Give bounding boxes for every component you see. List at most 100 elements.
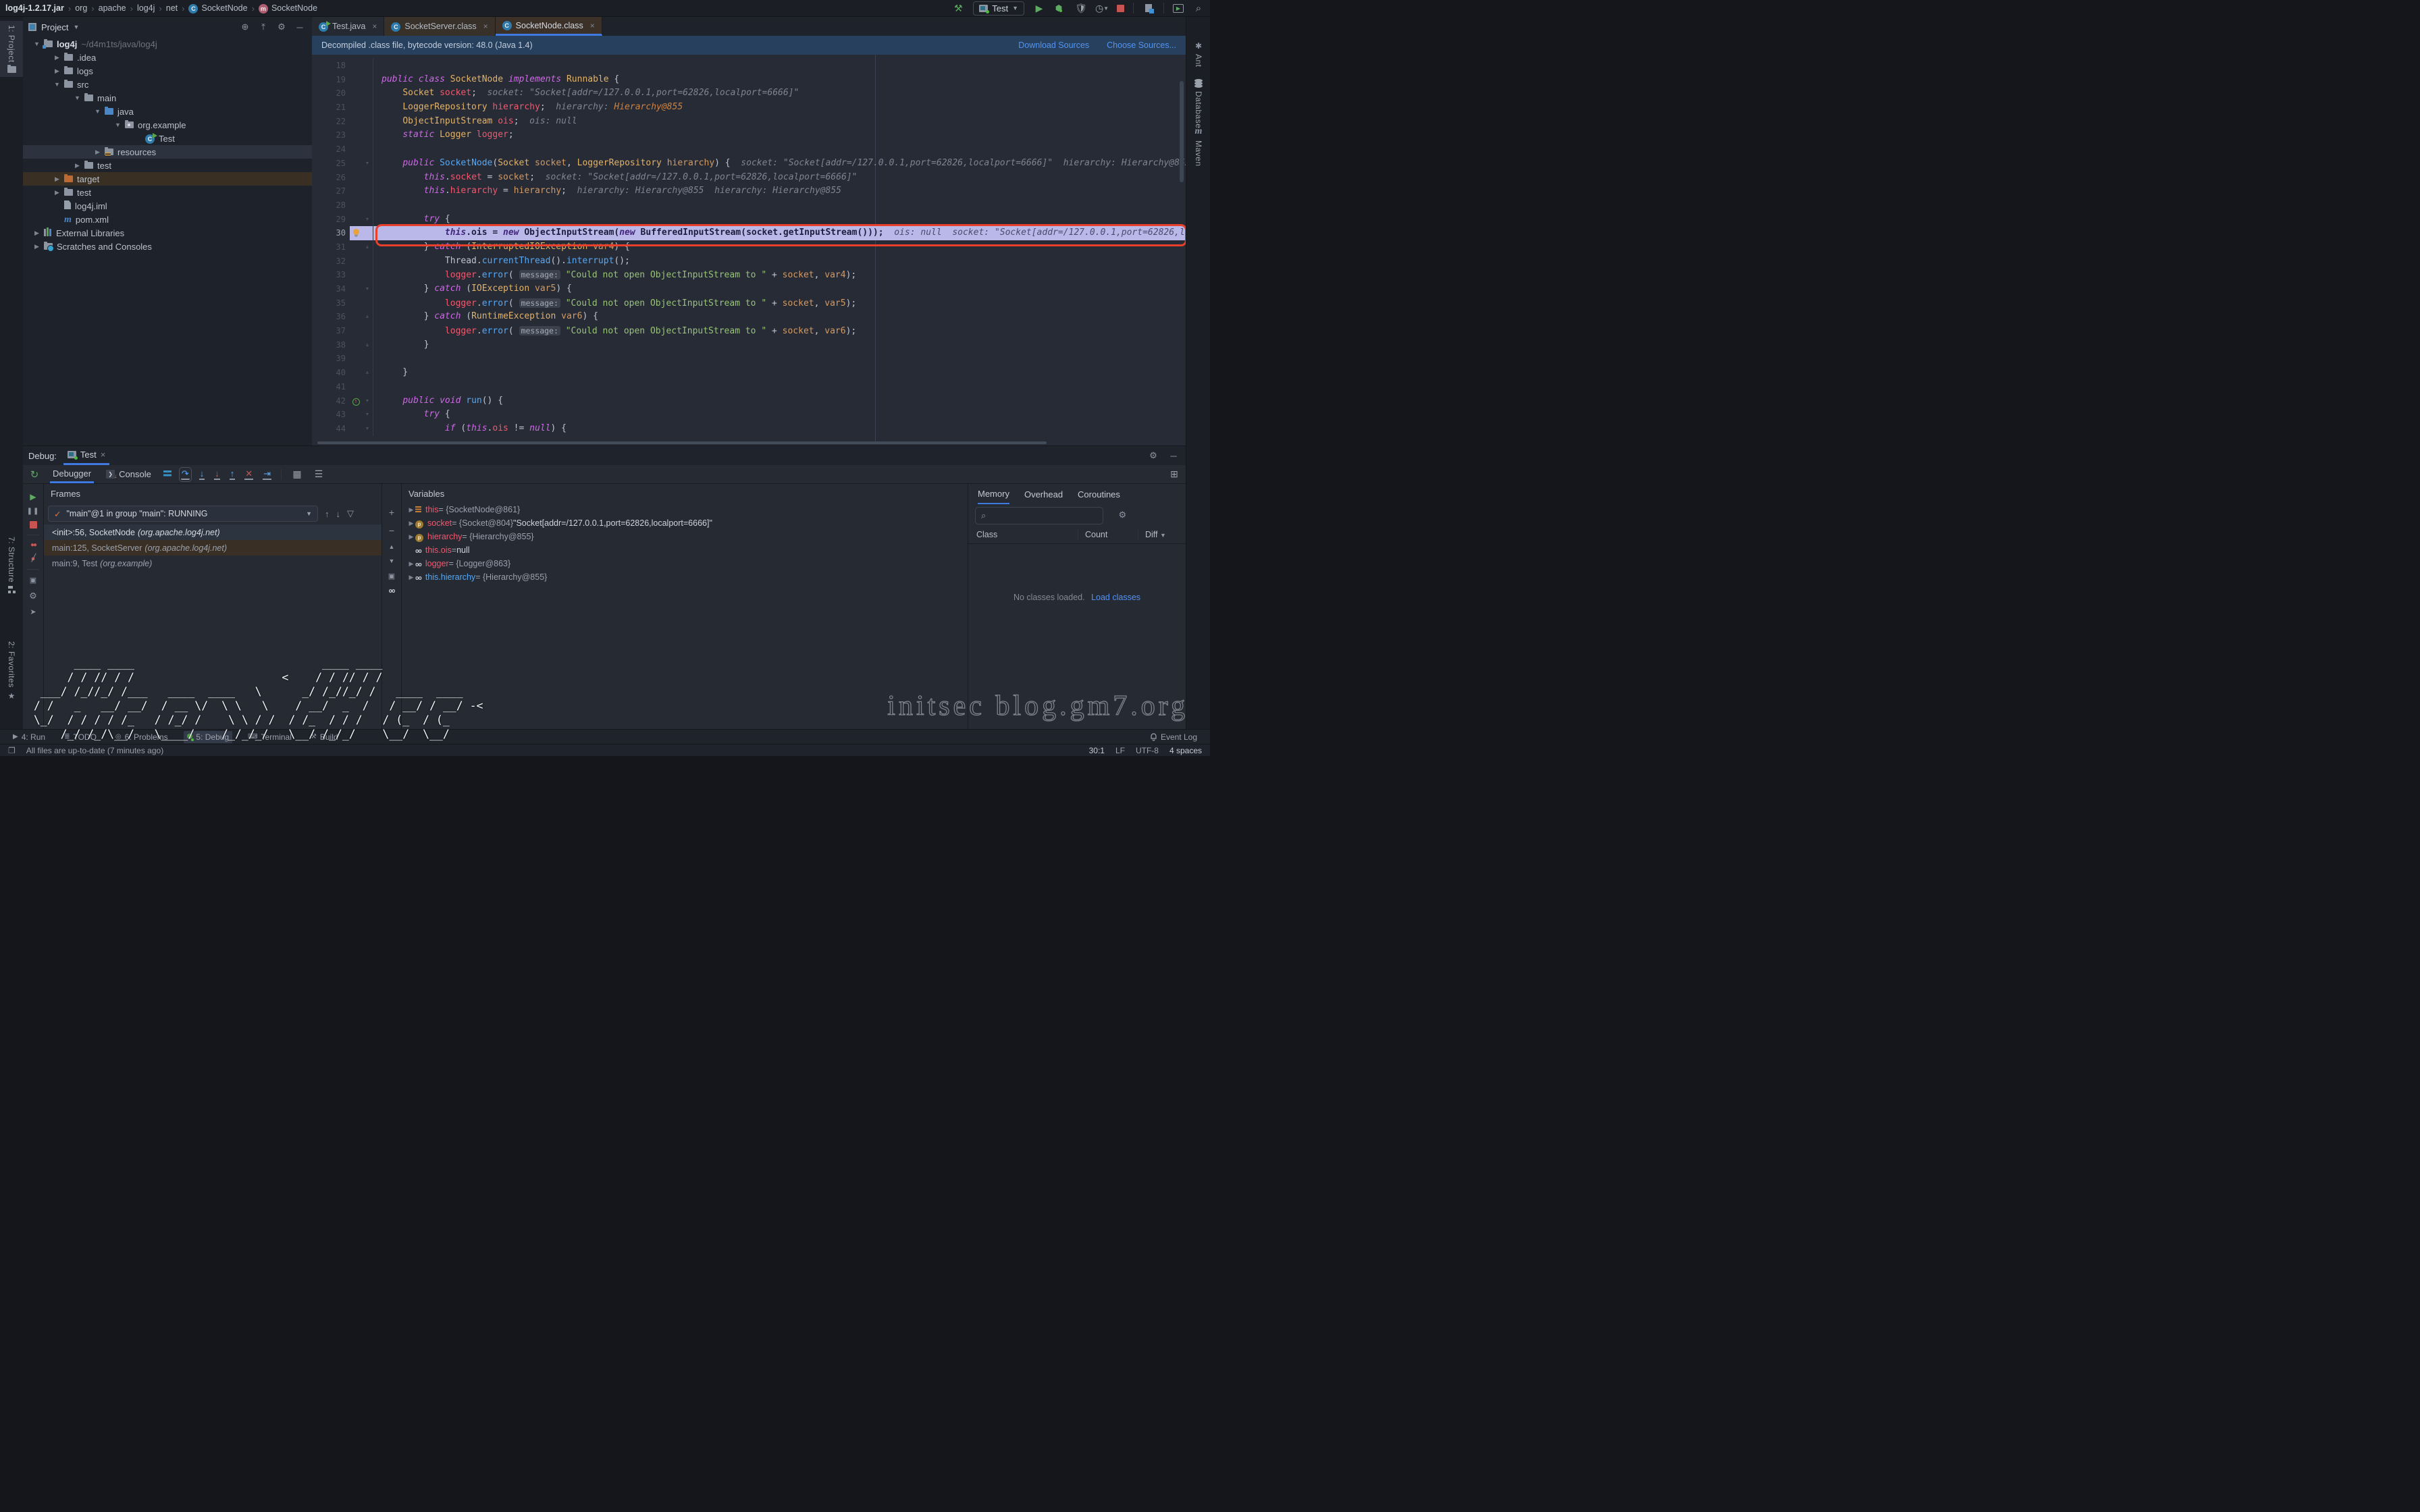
search-everywhere-icon[interactable]: ⌕: [1192, 2, 1205, 14]
code-line-33[interactable]: 33 logger.error( message: "Could not ope…: [312, 268, 1186, 282]
code-line-21[interactable]: 21 LoggerRepository hierarchy; hierarchy…: [312, 101, 1186, 115]
thread-selector[interactable]: ✓ "main"@1 in group "main": RUNNING ▼: [48, 506, 318, 522]
frame-down-icon[interactable]: ↓: [336, 509, 341, 519]
tree-chevron-icon[interactable]: ▶: [34, 230, 40, 237]
tree-item-target[interactable]: ▶target: [23, 172, 312, 186]
code-line-43[interactable]: 43▿ try {: [312, 408, 1186, 422]
fold-marker-icon[interactable]: ▿: [362, 422, 373, 436]
tree-chevron-icon[interactable]: ▶: [54, 189, 60, 196]
frame-up-icon[interactable]: ↑: [325, 509, 330, 519]
toolwindow-button-todo[interactable]: ≣TODO: [61, 731, 100, 743]
tree-chevron-icon[interactable]: ▶: [95, 148, 101, 156]
resume-button[interactable]: ▶: [30, 492, 36, 502]
tool-window-tab-project[interactable]: 1: Project: [0, 21, 23, 77]
fold-marker-icon[interactable]: [362, 198, 373, 213]
toolwindow-button-6-problems[interactable]: ◎6: Problems: [112, 731, 172, 743]
code-editor[interactable]: 1819public class SocketNode implements R…: [312, 55, 1186, 441]
variable-chevron-icon[interactable]: ▶: [407, 533, 415, 541]
code-line-26[interactable]: 26 this.socket = socket; socket: "Socket…: [312, 171, 1186, 185]
tree-chevron-icon[interactable]: ▶: [54, 68, 60, 75]
editor-tab-socketserver-class[interactable]: CSocketServer.class×: [384, 17, 495, 36]
force-step-into-button[interactable]: ↓: [214, 469, 220, 480]
code-line-37[interactable]: 37 logger.error( message: "Could not ope…: [312, 324, 1186, 338]
vertical-scrollbar[interactable]: [1180, 81, 1184, 182]
variable-chevron-icon[interactable]: ▶: [407, 520, 415, 527]
code-line-41[interactable]: 41: [312, 380, 1186, 394]
gear-icon[interactable]: ⚙: [1147, 450, 1160, 461]
column-diff[interactable]: Diff ▼: [1138, 530, 1186, 539]
code-line-42[interactable]: 42↑▿ public void run() {: [312, 394, 1186, 408]
memory-tab-overhead[interactable]: Overhead: [1024, 484, 1063, 504]
remove-watch-button[interactable]: −: [389, 525, 394, 536]
mute-breakpoints-icon[interactable]: ●╱: [31, 555, 36, 563]
tool-window-tab-favorites[interactable]: 2: Favorites ★: [0, 641, 23, 701]
step-into-button[interactable]: ↓: [199, 469, 205, 480]
memory-tab-coroutines[interactable]: Coroutines: [1078, 484, 1120, 504]
tree-chevron-icon[interactable]: ▼: [74, 94, 80, 101]
choose-sources-link[interactable]: Choose Sources...: [1107, 40, 1176, 50]
fold-marker-icon[interactable]: [362, 254, 373, 269]
project-structure-icon[interactable]: [1142, 2, 1155, 14]
tree-item-external-libraries[interactable]: ▶External Libraries: [23, 226, 312, 240]
line-separator[interactable]: LF: [1115, 746, 1125, 755]
code-line-23[interactable]: 23 static Logger logger;: [312, 128, 1186, 142]
fold-marker-icon[interactable]: ▵: [362, 366, 373, 380]
frame-row[interactable]: main:125, SocketServer(org.apache.log4j.…: [44, 540, 382, 556]
breadcrumb-item[interactable]: org: [75, 3, 87, 13]
variable-row-this[interactable]: ▶this = {SocketNode@861}: [402, 503, 968, 516]
fold-marker-icon[interactable]: [362, 59, 373, 73]
debug-session-tab[interactable]: Test ×: [63, 446, 109, 465]
debug-button[interactable]: ⬢: [1054, 2, 1066, 14]
fold-marker-icon[interactable]: ▿: [362, 213, 373, 227]
variable-row-this-hierarchy[interactable]: ▶oothis.hierarchy = {Hierarchy@855}: [402, 570, 968, 584]
collapse-all-icon[interactable]: ⤒: [257, 22, 270, 32]
breadcrumb-item[interactable]: log4j-1.2.17.jar: [5, 3, 64, 13]
fold-marker-icon[interactable]: [362, 324, 373, 338]
tree-chevron-icon[interactable]: ▶: [54, 176, 60, 183]
override-method-icon[interactable]: ↑: [352, 398, 360, 406]
fold-marker-icon[interactable]: [362, 142, 373, 157]
run-to-cursor-button[interactable]: ⇥: [263, 469, 271, 480]
toolwindow-button-4-run[interactable]: ▶4: Run: [9, 731, 49, 743]
tree-chevron-icon[interactable]: ▶: [54, 54, 60, 61]
breadcrumb-item[interactable]: apache: [99, 3, 126, 13]
close-icon[interactable]: ×: [372, 22, 377, 31]
move-down-button[interactable]: ▼: [389, 558, 395, 564]
tree-item-log4j[interactable]: ▼log4j ~/d4m1ts/java/log4j: [23, 37, 312, 51]
variable-row-socket[interactable]: ▶psocket = {Socket@804} "Socket[addr=/12…: [402, 516, 968, 530]
code-line-32[interactable]: 32 Thread.currentThread().interrupt();: [312, 254, 1186, 269]
step-out-button[interactable]: ↑: [230, 469, 236, 480]
horizontal-scrollbar[interactable]: [317, 441, 1047, 444]
breadcrumb-item[interactable]: mSocketNode: [259, 3, 317, 14]
tree-item-main[interactable]: ▼main: [23, 91, 312, 105]
stop-button[interactable]: [1117, 5, 1124, 12]
fold-marker-icon[interactable]: ▿: [362, 157, 373, 171]
coverage-shield-icon[interactable]: 🛡: [1075, 2, 1087, 14]
tree-chevron-icon[interactable]: ▼: [95, 108, 101, 115]
code-line-25[interactable]: 25▿ public SocketNode(Socket socket, Log…: [312, 157, 1186, 171]
tree-chevron-icon[interactable]: ▼: [34, 40, 40, 47]
close-icon[interactable]: ×: [101, 450, 106, 460]
variable-chevron-icon[interactable]: ▶: [407, 560, 415, 568]
code-line-40[interactable]: 40▵ }: [312, 366, 1186, 380]
tree-item-test[interactable]: ▶test: [23, 186, 312, 199]
tree-item-pom-xml[interactable]: mpom.xml: [23, 213, 312, 226]
code-line-44[interactable]: 44▿ if (this.ois != null) {: [312, 422, 1186, 436]
code-line-36[interactable]: 36▵ } catch (RuntimeException var6) {: [312, 310, 1186, 324]
threads-view-icon[interactable]: [163, 470, 172, 478]
code-line-27[interactable]: 27 this.hierarchy = hierarchy; hierarchy…: [312, 184, 1186, 198]
code-line-39[interactable]: 39: [312, 352, 1186, 366]
tree-item--idea[interactable]: ▶.idea: [23, 51, 312, 64]
duplicate-button[interactable]: ▣: [388, 572, 395, 580]
rerun-icon[interactable]: ↻: [28, 468, 41, 481]
layout-settings-icon[interactable]: ⊞: [1168, 468, 1180, 481]
variable-row-logger[interactable]: ▶oologger = {Logger@863}: [402, 557, 968, 570]
run-button[interactable]: ▶: [1033, 2, 1045, 14]
debug-settings-gear-icon[interactable]: ⚙: [29, 591, 37, 601]
fold-marker-icon[interactable]: [362, 128, 373, 142]
code-line-34[interactable]: 34▿ } catch (IOException var5) {: [312, 282, 1186, 296]
tree-item-java[interactable]: ▼java: [23, 105, 312, 118]
tree-item-scratches-and-consoles[interactable]: ▶Scratches and Consoles: [23, 240, 312, 253]
tree-chevron-icon[interactable]: ▼: [54, 81, 60, 88]
fold-marker-icon[interactable]: ▿: [362, 408, 373, 422]
